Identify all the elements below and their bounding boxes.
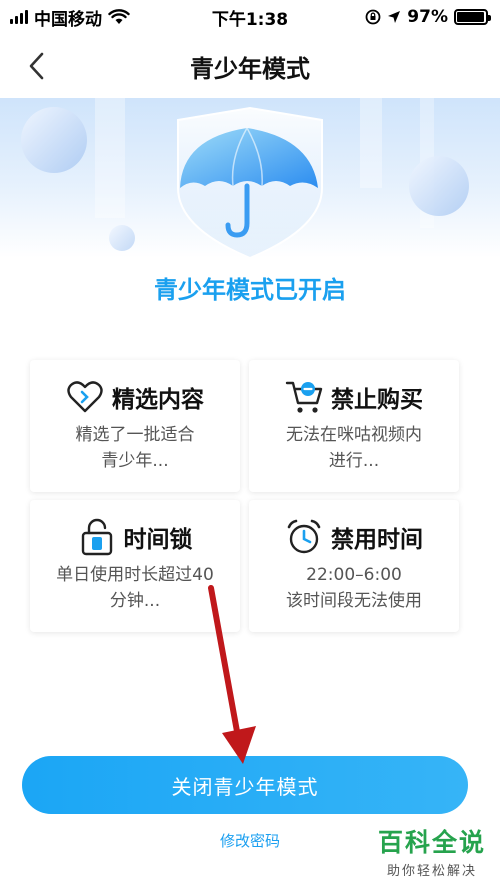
- location-icon: [388, 11, 401, 23]
- card-description: 单日使用时长超过40 分钟...: [40, 562, 230, 614]
- feature-card-curated: 精选内容 精选了一批适合 青少年...: [30, 360, 240, 492]
- card-header: 禁用时间: [285, 518, 423, 556]
- alarm-clock-icon: [285, 518, 323, 556]
- card-header: 时间锁: [78, 518, 193, 556]
- feature-card-time-lock: 时间锁 单日使用时长超过40 分钟...: [30, 500, 240, 632]
- heart-icon: [66, 378, 104, 416]
- banner-decoration: [21, 98, 469, 258]
- nav-bar: 青少年模式: [0, 34, 500, 98]
- watermark-title: 百科全说: [377, 828, 486, 857]
- card-description: 22:00–6:00 该时间段无法使用: [259, 562, 449, 614]
- back-button[interactable]: [18, 48, 54, 84]
- card-description: 无法在咪咕视频内 进行...: [259, 422, 449, 474]
- status-bar: 中国移动 下午1:38 97%: [0, 0, 500, 34]
- card-desc-line: 分钟...: [109, 591, 161, 611]
- card-desc-line: 精选了一批适合: [75, 425, 195, 445]
- watermark-subtitle: 助你轻松解决: [386, 864, 477, 879]
- card-desc-line: 进行...: [328, 451, 380, 471]
- battery-icon: [454, 9, 491, 25]
- carrier-label: 中国移动: [34, 9, 102, 30]
- card-description: 精选了一批适合 青少年...: [40, 422, 230, 474]
- rotation-lock-icon: [365, 9, 381, 25]
- wifi-icon: [108, 9, 130, 24]
- card-title: 禁止购买: [331, 387, 423, 413]
- lock-icon: [78, 518, 116, 556]
- card-title: 精选内容: [112, 387, 204, 413]
- card-header: 精选内容: [66, 378, 204, 416]
- card-desc-line: 该时间段无法使用: [286, 591, 422, 611]
- status-right: 97%: [365, 7, 491, 27]
- battery-percent: 97%: [407, 7, 448, 27]
- card-desc-line: 无法在咪咕视频内: [286, 425, 422, 445]
- feature-card-no-purchase: 禁止购买 无法在咪咕视频内 进行...: [249, 360, 459, 492]
- signal-icon: [10, 10, 28, 24]
- card-desc-line: 青少年...: [101, 451, 169, 471]
- status-left: 中国移动: [10, 5, 130, 30]
- close-teen-mode-button[interactable]: 关闭青少年模式: [22, 756, 468, 814]
- card-header: 禁止购买: [285, 378, 423, 416]
- battery-fill: [457, 12, 485, 22]
- page-title: 青少年模式: [190, 54, 310, 83]
- watermark-logo: 百科全说 助你轻松解决: [378, 828, 486, 879]
- card-desc-line: 22:00–6:00: [306, 565, 402, 585]
- feature-card-disabled-time: 禁用时间 22:00–6:00 该时间段无法使用: [249, 500, 459, 632]
- cart-icon: [285, 378, 323, 416]
- card-title: 时间锁: [123, 527, 193, 553]
- mode-status-heading: 青少年模式已开启: [154, 276, 346, 304]
- card-desc-line: 单日使用时长超过40: [56, 565, 214, 585]
- card-title: 禁用时间: [331, 527, 423, 553]
- banner: [0, 98, 500, 258]
- chevron-left-icon: [29, 52, 44, 80]
